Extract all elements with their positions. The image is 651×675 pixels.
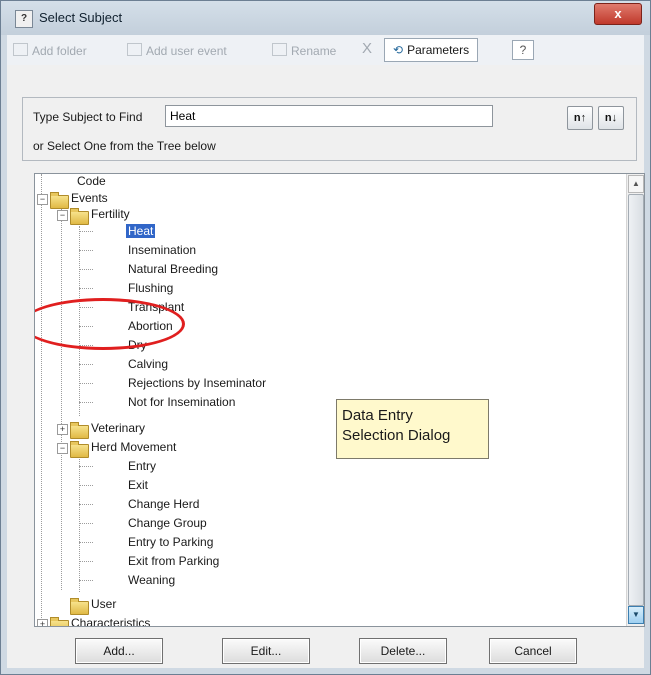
tree-item-fertility[interactable]: Fertility [89,205,132,223]
tree-item-entry-to-parking[interactable]: Entry to Parking [126,533,215,551]
tree-item-exit-from-parking[interactable]: Exit from Parking [126,552,221,570]
flushing-label: Flushing [128,281,174,295]
close-button[interactable]: x [594,3,642,25]
entry-label: Entry [128,459,157,473]
rename-label: Rename [291,44,337,58]
exit-from-parking-label: Exit from Parking [128,554,220,568]
tree-item-calving[interactable]: Calving [126,355,170,373]
characteristics-label: Characteristics [71,616,151,627]
data-entry-callout: Data Entry Selection Dialog [336,399,489,459]
tree-item-natural-breeding[interactable]: Natural Breeding [126,260,220,278]
transplant-label: Transplant [128,300,185,314]
add-folder-label: Add folder [32,44,87,58]
find-previous-button[interactable]: n↑ [567,106,593,130]
callout-line-1: Data Entry [342,407,413,424]
tree-item-rejections-by-inseminator[interactable]: Rejections by Inseminator [126,374,268,392]
tree-item-not-for-insemination[interactable]: Not for Insemination [126,393,237,411]
app-icon: ? [15,10,33,28]
dry-label: Dry [128,338,147,352]
title-bar: ? Select Subject x [1,1,650,35]
calving-label: Calving [128,357,169,371]
tree-item-abortion[interactable]: Abortion [126,317,175,335]
folder-icon [13,43,28,56]
toolbar: Add folder Add user event Rename X ⟲ Para… [7,35,644,66]
weaning-label: Weaning [128,573,176,587]
find-label: Type Subject to Find [33,110,143,124]
help-button[interactable]: ? [512,40,534,60]
events-folder-icon [50,192,69,209]
find-panel: Type Subject to Find n↑ n↓ or Select One… [22,97,637,161]
user-label: User [91,597,117,611]
user-folder-icon [70,598,89,615]
tree-item-characteristics[interactable]: Characteristics [69,614,152,627]
heat-label: Heat [126,224,156,238]
events-label: Events [71,191,108,205]
window-title: Select Subject [39,10,123,25]
tree-view: Code − Events − Fertility Heat Inseminat… [35,174,626,626]
fertility-collapse-toggle[interactable]: − [57,210,68,221]
find-next-button[interactable]: n↓ [598,106,624,130]
herd-movement-label: Herd Movement [91,440,177,454]
add-user-event-label: Add user event [146,44,227,58]
tree-item-transplant[interactable]: Transplant [126,298,186,316]
tree-item-change-herd[interactable]: Change Herd [126,495,201,513]
veterinary-expand-toggle[interactable]: + [57,424,68,435]
characteristics-folder-icon [50,617,69,626]
delete-dialog-button[interactable]: Delete... [359,638,447,664]
parameters-label: Parameters [407,43,470,57]
callout-line-2: Selection Dialog [342,427,451,444]
tree-item-entry[interactable]: Entry [126,457,158,475]
characteristics-expand-toggle[interactable]: + [37,619,48,626]
tree-item-herd-movement[interactable]: Herd Movement [89,438,178,456]
fertility-folder-icon [70,208,89,225]
add-user-event-button[interactable]: Add user event [127,43,227,58]
exit-label: Exit [128,478,149,492]
veterinary-folder-icon [70,422,89,439]
scroll-thumb[interactable] [628,194,644,606]
insemination-label: Insemination [128,243,197,257]
fertility-label: Fertility [91,207,130,221]
natural-breeding-label: Natural Breeding [128,262,219,276]
select-subject-dialog: ? Select Subject x Add folder Add user e… [0,0,651,675]
rename-button[interactable]: Rename [272,43,336,58]
tree-item-heat[interactable]: Heat [126,222,156,240]
tree-item-weaning[interactable]: Weaning [126,571,177,589]
parameters-icon: ⟲ [393,43,404,57]
delete-button[interactable]: X [362,40,372,57]
subject-search-input[interactable] [165,105,493,127]
rejections-label: Rejections by Inseminator [128,376,267,390]
parameters-button[interactable]: ⟲ Parameters [384,38,479,62]
code-label: Code [77,174,106,188]
events-collapse-toggle[interactable]: − [37,194,48,205]
event-icon [127,43,142,56]
change-herd-label: Change Herd [128,497,200,511]
change-group-label: Change Group [128,516,207,530]
abortion-label: Abortion [128,319,173,333]
scroll-up-arrow-icon[interactable]: ▲ [628,175,644,193]
herd-movement-collapse-toggle[interactable]: − [57,443,68,454]
tree-scrollbar[interactable]: ▲ ▼ [626,174,644,626]
tree-item-code[interactable]: Code [75,174,108,190]
tree-item-user[interactable]: User [89,595,118,613]
tree-item-veterinary[interactable]: Veterinary [89,419,147,437]
not-for-insemination-label: Not for Insemination [128,395,236,409]
veterinary-label: Veterinary [91,421,146,435]
tree-item-dry[interactable]: Dry [126,336,149,354]
tree-item-flushing[interactable]: Flushing [126,279,175,297]
select-from-tree-label: or Select One from the Tree below [33,139,216,153]
subject-tree[interactable]: Code − Events − Fertility Heat Inseminat… [34,173,645,627]
add-folder-button[interactable]: Add folder [13,43,87,58]
add-button[interactable]: Add... [75,638,163,664]
tree-item-insemination[interactable]: Insemination [126,241,198,259]
rename-icon [272,43,287,56]
tree-item-change-group[interactable]: Change Group [126,514,209,532]
edit-button[interactable]: Edit... [222,638,310,664]
scroll-down-arrow-icon[interactable]: ▼ [628,606,644,624]
tree-item-exit[interactable]: Exit [126,476,150,494]
cancel-button[interactable]: Cancel [489,638,577,664]
herd-movement-folder-icon [70,441,89,458]
entry-to-parking-label: Entry to Parking [128,535,214,549]
